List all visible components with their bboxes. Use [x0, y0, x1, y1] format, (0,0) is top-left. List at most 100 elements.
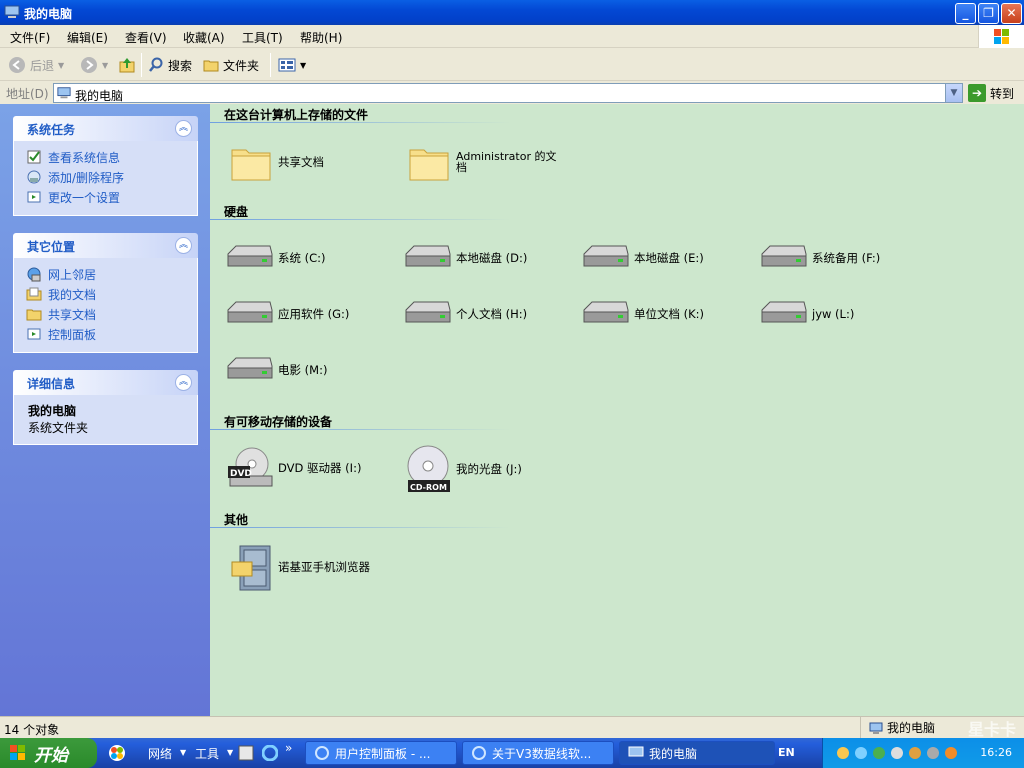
start-button[interactable]: 开始: [0, 738, 97, 768]
toolbar-network[interactable]: 网络: [148, 745, 172, 762]
task-user-control-panel[interactable]: 用户控制面板 - ...: [305, 741, 457, 765]
item-label: 诺基亚手机浏览器: [278, 560, 370, 574]
nokia-browser-item[interactable]: 诺基亚手机浏览器: [230, 542, 370, 592]
hard-disk-icon: [227, 357, 273, 379]
drive-f[interactable]: 系统备用 (F:): [760, 244, 880, 272]
item-label: 个人文档 (H:): [456, 307, 528, 321]
dvd-drive-item[interactable]: DVD DVD 驱动器 (I:): [226, 444, 361, 492]
folder-item-admin[interactable]: Administrator 的文 档: [408, 142, 556, 182]
folders-label: 文件夹: [223, 58, 260, 73]
tray-icons[interactable]: [835, 745, 985, 761]
forward-button[interactable]: ▼: [80, 55, 108, 75]
clock[interactable]: 16:26: [980, 746, 1012, 759]
svg-text:DVD: DVD: [230, 469, 252, 479]
section-title: 在这台计算机上存储的文件: [224, 108, 369, 122]
panel-header[interactable]: 其它位置 ︽: [13, 233, 198, 258]
hard-disk-icon: [583, 245, 629, 267]
app-icon[interactable]: [238, 745, 254, 761]
item-label: 应用软件 (G:): [278, 307, 350, 321]
collapse-icon[interactable]: ︽: [175, 374, 192, 391]
back-button[interactable]: 后退 ▼: [8, 55, 64, 75]
address-input[interactable]: 我的电脑 ▼: [53, 83, 963, 103]
go-label: 转到: [990, 86, 1015, 101]
my-computer-icon: [4, 5, 20, 18]
menu-view[interactable]: 查看(V): [125, 29, 167, 46]
link-label: 共享文档: [48, 307, 97, 322]
drive-h[interactable]: 个人文档 (H:): [404, 300, 527, 328]
link-shared-documents[interactable]: 共享文档: [26, 304, 197, 324]
task-v3-software[interactable]: 关于V3数据线软...: [462, 741, 614, 765]
up-folder-button[interactable]: [118, 55, 136, 75]
my-computer-icon: [628, 746, 644, 757]
content-area: 在这台计算机上存储的文件 共享文档 Administrator 的文 档 硬盘 …: [210, 104, 1024, 716]
panel-header[interactable]: 详细信息 ︽: [13, 370, 198, 395]
views-button[interactable]: ▼: [278, 55, 306, 75]
search-button[interactable]: 搜索: [148, 55, 192, 75]
ie-icon[interactable]: [262, 745, 278, 761]
toolbar-tools[interactable]: 工具: [195, 745, 219, 762]
dvd-drive-icon: DVD: [228, 447, 273, 487]
item-label: jyw (L:): [812, 307, 855, 321]
item-label: 本地磁盘 (D:): [456, 251, 528, 265]
go-button[interactable]: ➔ 转到: [968, 84, 1014, 102]
drive-l[interactable]: jyw (L:): [760, 300, 854, 328]
tools-dropdown-icon[interactable]: ▼: [227, 748, 233, 757]
other-places-panel: 其它位置 ︽ 网上邻居 我的文档 共享文档 控制面板: [13, 233, 198, 353]
folder-item-shared[interactable]: 共享文档: [230, 142, 324, 182]
menu-help[interactable]: 帮助(H): [300, 29, 342, 46]
drive-e[interactable]: 本地磁盘 (E:): [582, 244, 704, 272]
link-label: 网上邻居: [48, 267, 97, 282]
panel-title: 其它位置: [27, 240, 76, 254]
cd-item[interactable]: CD-ROM 我的光盘 (J:): [404, 444, 522, 494]
address-dropdown-button[interactable]: ▼: [945, 84, 962, 102]
hard-disk-icon: [583, 301, 629, 323]
item-label: 系统备用 (F:): [812, 251, 881, 265]
drive-m[interactable]: 电影 (M:): [226, 356, 327, 384]
system-tray: 16:26: [822, 738, 1024, 768]
panel-header[interactable]: 系统任务 ︽: [13, 116, 198, 141]
link-network-places[interactable]: 网上邻居: [26, 264, 197, 284]
network-dropdown-icon[interactable]: ▼: [180, 748, 186, 757]
system-tasks-panel: 系统任务 ︽ 查看系统信息 添加/删除程序 更改一个设置: [13, 116, 198, 216]
maximize-button[interactable]: ❐: [978, 3, 999, 24]
menu-edit[interactable]: 编辑(E): [67, 29, 108, 46]
cd-rom-icon: CD-ROM: [407, 445, 450, 492]
drive-c[interactable]: 系统 (C:): [226, 244, 326, 272]
task-my-computer[interactable]: 我的电脑: [619, 741, 775, 765]
forward-arrow-icon: [81, 57, 97, 73]
system-info-icon: [27, 150, 41, 164]
link-my-documents[interactable]: 我的文档: [26, 284, 197, 304]
item-label: Administrator 的文 档: [456, 150, 557, 174]
details-panel: 详细信息 ︽ 我的电脑 系统文件夹: [13, 370, 198, 445]
collapse-icon[interactable]: ︽: [175, 120, 192, 137]
minimize-button[interactable]: _: [955, 3, 976, 24]
link-label: 我的文档: [48, 287, 97, 302]
object-count: 14 个对象: [4, 723, 60, 737]
ie-icon: [315, 746, 329, 760]
address-value: 我的电脑: [75, 89, 124, 103]
link-control-panel[interactable]: 控制面板: [26, 324, 197, 344]
drive-k[interactable]: 单位文档 (K:): [582, 300, 704, 328]
quicklaunch-icon[interactable]: [108, 744, 126, 762]
link-change-setting[interactable]: 更改一个设置: [26, 187, 197, 207]
network-icon: [27, 267, 41, 282]
link-label: 控制面板: [48, 327, 97, 342]
window-title: 我的电脑: [24, 7, 73, 21]
drive-g[interactable]: 应用软件 (G:): [226, 300, 349, 328]
drive-d[interactable]: 本地磁盘 (D:): [404, 244, 527, 272]
folders-button[interactable]: 文件夹: [203, 55, 259, 75]
menu-favorites[interactable]: 收藏(A): [183, 29, 225, 46]
menu-tools[interactable]: 工具(T): [242, 29, 283, 46]
title-bar[interactable]: 我的电脑 _ ❐ ✕: [0, 0, 1024, 25]
language-indicator[interactable]: EN: [778, 746, 795, 759]
views-icon: [278, 58, 296, 72]
collapse-icon[interactable]: ︽: [175, 237, 192, 254]
menu-file[interactable]: 文件(F): [10, 29, 50, 46]
close-button[interactable]: ✕: [1001, 3, 1022, 24]
detail-subtitle: 系统文件夹: [28, 421, 89, 435]
item-label: 我的光盘 (J:): [456, 462, 522, 476]
link-add-remove-programs[interactable]: 添加/删除程序: [26, 167, 197, 187]
link-view-system-info[interactable]: 查看系统信息: [26, 147, 197, 167]
more-chevron-icon[interactable]: »: [285, 741, 292, 755]
search-icon: [149, 57, 163, 72]
